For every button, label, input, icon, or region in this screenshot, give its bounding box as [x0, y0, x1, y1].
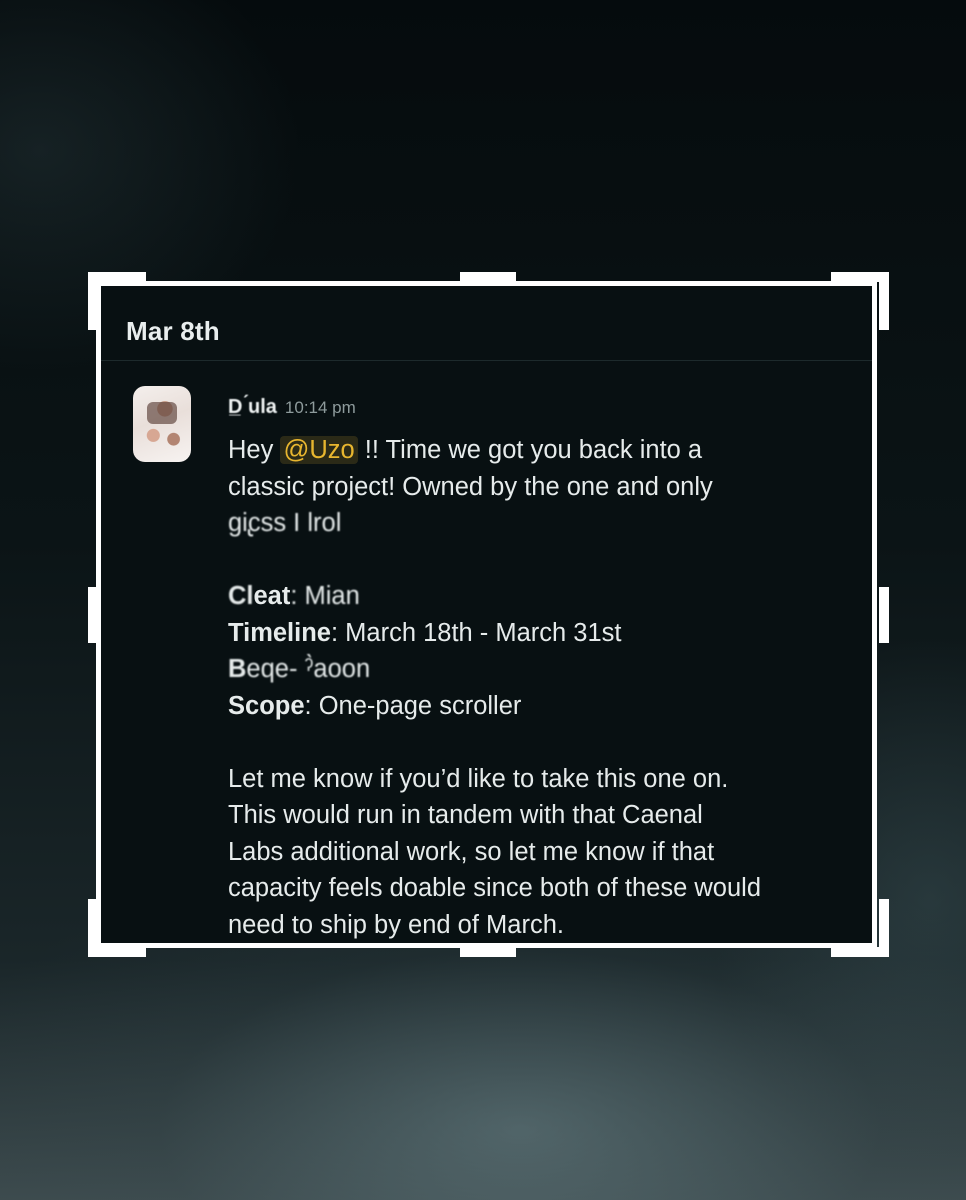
timeline-label: Timeline [228, 618, 331, 647]
message-line: Let me know if you’d like to take this o… [228, 764, 729, 793]
message-line: need to ship by end of March. [228, 910, 564, 939]
message-timestamp[interactable]: 10:14 pm [285, 398, 356, 418]
budget-value: eqe- ˀ̀aoon [246, 655, 371, 683]
scope-label: Scope [228, 691, 305, 720]
crop-handle-top-left-vertical[interactable] [88, 272, 98, 330]
avatar[interactable] [133, 386, 191, 462]
message-line: This would run in tandem with that Caena… [228, 801, 703, 829]
client-label: Cl [228, 582, 254, 610]
message-line: Hey @Uzo !! Time we got you back into a [228, 432, 868, 469]
crop-handle-bottom-edge[interactable] [460, 947, 516, 957]
date-divider [101, 360, 872, 361]
date-header: Mar 8th [126, 316, 220, 346]
client-value: : Mian [290, 582, 360, 610]
message-header: D̲ ́ula 10:14 pm [228, 396, 356, 422]
scope-line: Scope: One-page scroller [228, 688, 868, 725]
author-name[interactable]: D̲ ́ula [228, 396, 277, 419]
message-line: classic project! Owned by the one and on… [228, 472, 713, 501]
timeline-line: Timeline: March 18th - March 31st [228, 615, 868, 652]
message-line: Labs additional work, so let me know if … [228, 837, 715, 866]
budget-line: Beqe- ˀ̀aoon [228, 651, 868, 688]
crop-frame[interactable]: Mar 8th D̲ ́ula 10:14 pm Hey @Uzo !! Tim… [96, 281, 877, 948]
message-line: capacity feels doable since both of thes… [228, 874, 762, 902]
crop-handle-bottom-left-vertical[interactable] [88, 899, 98, 957]
budget-label: B [228, 655, 247, 683]
greeting-rest-text: !! Time we got you back into a [357, 436, 703, 464]
message-line: gi̢css I lrol [228, 509, 342, 537]
timeline-value: : March 18th - March 31st [330, 618, 622, 647]
crop-handle-right-edge[interactable] [879, 587, 889, 643]
client-line: Cleat: Mian [228, 578, 868, 615]
crop-handle-bottom-right-vertical[interactable] [879, 899, 889, 957]
scope-value: : One-page scroller [304, 691, 522, 720]
crop-handle-top-right-vertical[interactable] [879, 272, 889, 330]
crop-handle-left-edge[interactable] [88, 587, 98, 643]
crop-handle-top-edge[interactable] [460, 272, 516, 282]
message-body: Hey @Uzo !! Time we got you back into a … [228, 432, 868, 943]
greeting-text: Hey [228, 436, 281, 464]
client-label-rest: eat [253, 582, 291, 610]
avatar-photo-detail [147, 402, 177, 424]
user-mention[interactable]: @Uzo [280, 436, 358, 464]
